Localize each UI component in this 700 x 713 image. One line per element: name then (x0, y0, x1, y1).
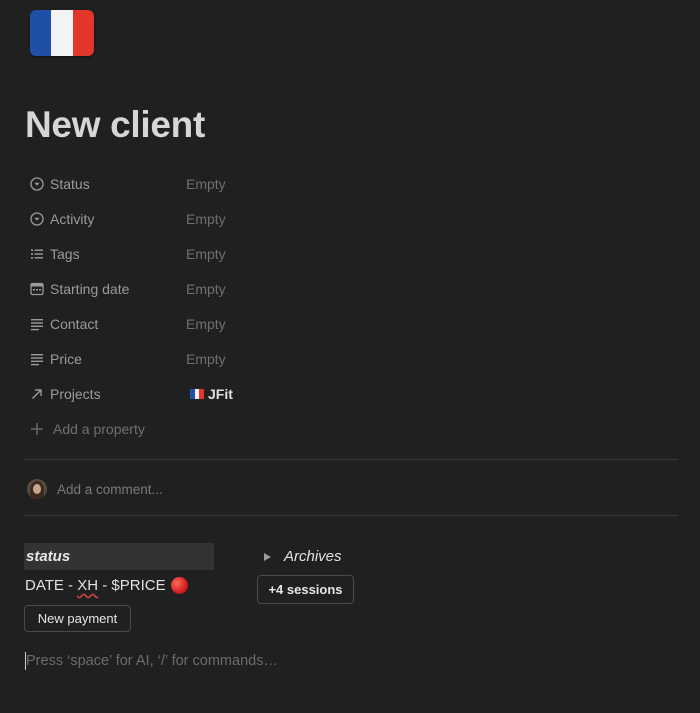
date-line-suffix: - $PRICE (98, 577, 166, 594)
page-flag-icon[interactable] (30, 10, 94, 56)
property-contact[interactable]: Contact Empty (24, 306, 678, 341)
property-value[interactable]: Empty (186, 211, 226, 227)
red-circle-icon (170, 577, 188, 594)
property-status[interactable]: Status Empty (24, 166, 678, 201)
date-line-xh: XH (77, 577, 99, 594)
properties-panel: Status Empty Activity Empty Tags Empty S… (24, 166, 678, 446)
property-value[interactable]: Empty (186, 281, 226, 297)
property-label: Price (50, 350, 82, 367)
property-price[interactable]: Price Empty (24, 341, 678, 376)
text-icon (29, 351, 45, 367)
avatar (27, 479, 47, 499)
property-label: Starting date (50, 280, 130, 297)
property-activity[interactable]: Activity Empty (24, 201, 678, 236)
sessions-button[interactable]: +4 sessions (257, 575, 354, 604)
property-label: Status (50, 175, 90, 192)
property-starting-date[interactable]: Starting date Empty (24, 271, 678, 306)
status-icon (29, 176, 45, 192)
editor-input[interactable]: Press ‘space’ for AI, ‘/’ for commands… (25, 652, 278, 670)
divider (24, 515, 678, 516)
comment-input[interactable]: Add a comment... (57, 482, 163, 497)
property-label: Contact (50, 315, 99, 332)
date-line-prefix: DATE - (25, 577, 78, 594)
calendar-icon (29, 281, 45, 297)
toggle-triangle-icon[interactable] (264, 552, 271, 561)
property-value[interactable]: Empty (186, 176, 226, 192)
archives-label: Archives (284, 548, 342, 565)
property-tags[interactable]: Tags Empty (24, 236, 678, 271)
project-name: JFit (208, 385, 233, 402)
property-projects[interactable]: Projects JFit (24, 376, 678, 411)
page-title[interactable]: New client (25, 104, 205, 146)
property-value[interactable]: Empty (186, 246, 226, 262)
editor-placeholder: Press ‘space’ for AI, ‘/’ for commands… (26, 653, 278, 669)
add-property-button[interactable]: Add a property (24, 411, 678, 446)
divider (24, 459, 678, 460)
project-link[interactable]: JFit (190, 386, 233, 402)
status-heading[interactable]: status (24, 543, 214, 570)
relation-arrow-icon (29, 386, 45, 402)
property-value[interactable]: Empty (186, 351, 226, 367)
payment-template-line[interactable]: DATE - XH - $PRICE (25, 577, 188, 594)
list-icon (29, 246, 45, 262)
property-label: Activity (50, 210, 95, 227)
plus-icon (29, 421, 45, 437)
add-property-label: Add a property (53, 420, 145, 437)
property-value[interactable]: Empty (186, 316, 226, 332)
new-payment-button[interactable]: New payment (24, 605, 131, 632)
page: New client Status Empty Activity Empty T… (0, 0, 700, 713)
comment-row[interactable]: Add a comment... (27, 479, 163, 499)
property-label: Projects (50, 385, 101, 402)
text-icon (29, 316, 45, 332)
property-label: Tags (50, 245, 80, 262)
french-flag-icon (190, 388, 204, 399)
archives-toggle[interactable]: Archives (264, 548, 342, 565)
select-icon (29, 211, 45, 227)
